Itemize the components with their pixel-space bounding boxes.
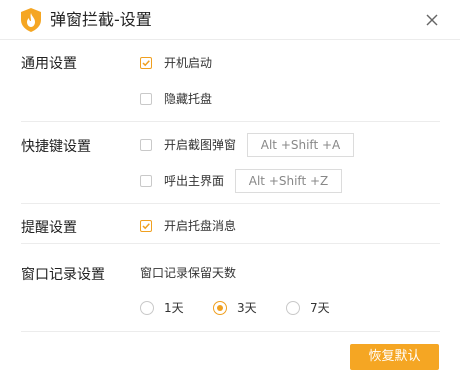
screenshot-popup-checkbox[interactable]	[140, 139, 152, 151]
divider	[21, 331, 440, 332]
auto-start-label: 开机启动	[164, 56, 213, 70]
main-ui-checkbox[interactable]	[140, 175, 152, 187]
checkmark-icon	[142, 60, 150, 67]
title-bar: 弹窗拦截-设置	[0, 0, 460, 40]
section-label-hotkeys: 快捷键设置	[21, 139, 91, 155]
window-title: 弹窗拦截-设置	[50, 10, 152, 29]
radio-selected-dot	[217, 305, 223, 311]
retention-option-label: 7天	[310, 301, 330, 315]
divider	[21, 243, 440, 244]
retention-option-3-days[interactable]: 3天	[213, 299, 257, 317]
divider	[21, 121, 440, 122]
main-ui-option[interactable]: 呼出主界面	[140, 172, 224, 190]
tray-message-checkbox[interactable]	[140, 220, 152, 232]
main-ui-label: 呼出主界面	[164, 174, 225, 188]
tray-message-option[interactable]: 开启托盘消息	[140, 217, 236, 235]
retention-option-label: 3天	[237, 301, 257, 315]
auto-start-option[interactable]: 开机启动	[140, 54, 212, 72]
screenshot-hotkey-input[interactable]: Alt +Shift +A	[247, 133, 354, 157]
flame-shield-icon	[21, 8, 41, 32]
section-label-window-log: 窗口记录设置	[21, 267, 105, 283]
retention-option-1-day[interactable]: 1天	[140, 299, 184, 317]
hide-tray-option[interactable]: 隐藏托盘	[140, 90, 212, 108]
close-icon[interactable]	[422, 10, 442, 30]
tray-message-label: 开启托盘消息	[164, 219, 237, 233]
retention-days-label: 窗口记录保留天数	[140, 266, 237, 280]
divider	[21, 203, 440, 204]
restore-default-button[interactable]: 恢复默认	[350, 344, 439, 370]
screenshot-popup-option[interactable]: 开启截图弹窗	[140, 136, 236, 154]
checkmark-icon	[142, 223, 150, 230]
settings-window: 弹窗拦截-设置 通用设置 开机启动 隐藏托盘 快捷键设置 开启截图弹窗 Alt …	[0, 0, 460, 382]
retention-option-label: 1天	[164, 301, 184, 315]
screenshot-popup-label: 开启截图弹窗	[164, 138, 237, 152]
hide-tray-label: 隐藏托盘	[164, 92, 213, 106]
retention-radio-7-days[interactable]	[286, 301, 300, 315]
section-label-reminder: 提醒设置	[21, 220, 77, 236]
section-label-general: 通用设置	[21, 56, 77, 72]
retention-radio-1-day[interactable]	[140, 301, 154, 315]
retention-option-7-days[interactable]: 7天	[286, 299, 330, 317]
hide-tray-checkbox[interactable]	[140, 93, 152, 105]
main-ui-hotkey-input[interactable]: Alt +Shift +Z	[235, 169, 342, 193]
auto-start-checkbox[interactable]	[140, 57, 152, 69]
retention-radio-3-days[interactable]	[213, 301, 227, 315]
